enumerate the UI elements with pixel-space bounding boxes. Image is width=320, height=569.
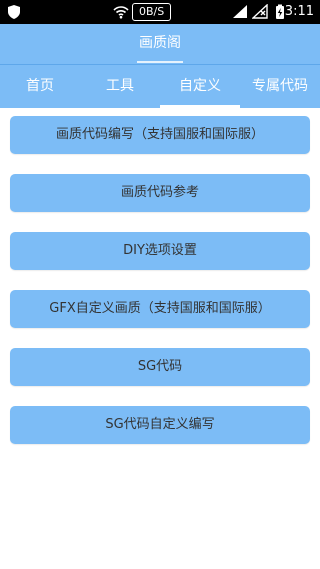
wifi-icon	[113, 6, 129, 19]
sg-code-custom-editor-button[interactable]: SG代码自定义编写	[10, 406, 310, 444]
clock-time: 3:11	[284, 4, 314, 19]
sg-code-button[interactable]: SG代码	[10, 348, 310, 386]
tab-exclusive-code[interactable]: 专属代码	[240, 65, 320, 108]
diy-options-button[interactable]: DIY选项设置	[10, 232, 310, 270]
tab-bar: 首页 工具 自定义 专属代码	[0, 64, 320, 108]
page-title: 画质阁	[139, 35, 181, 51]
title-underline	[137, 61, 183, 63]
tab-home[interactable]: 首页	[0, 65, 80, 108]
app-header: 画质阁	[0, 24, 320, 64]
quality-code-reference-button[interactable]: 画质代码参考	[10, 174, 310, 212]
gfx-custom-quality-button[interactable]: GFX自定义画质（支持国服和国际服）	[10, 290, 310, 328]
status-bar: 0B/S 3:11	[0, 0, 320, 24]
shield-icon	[8, 5, 20, 19]
tab-custom[interactable]: 自定义	[160, 65, 240, 108]
tab-tools[interactable]: 工具	[80, 65, 160, 108]
signal-icon	[233, 5, 247, 18]
network-speed: 0B/S	[132, 3, 172, 21]
quality-code-editor-button[interactable]: 画质代码编写（支持国服和国际服）	[10, 116, 310, 154]
no-sim-icon	[252, 4, 268, 19]
